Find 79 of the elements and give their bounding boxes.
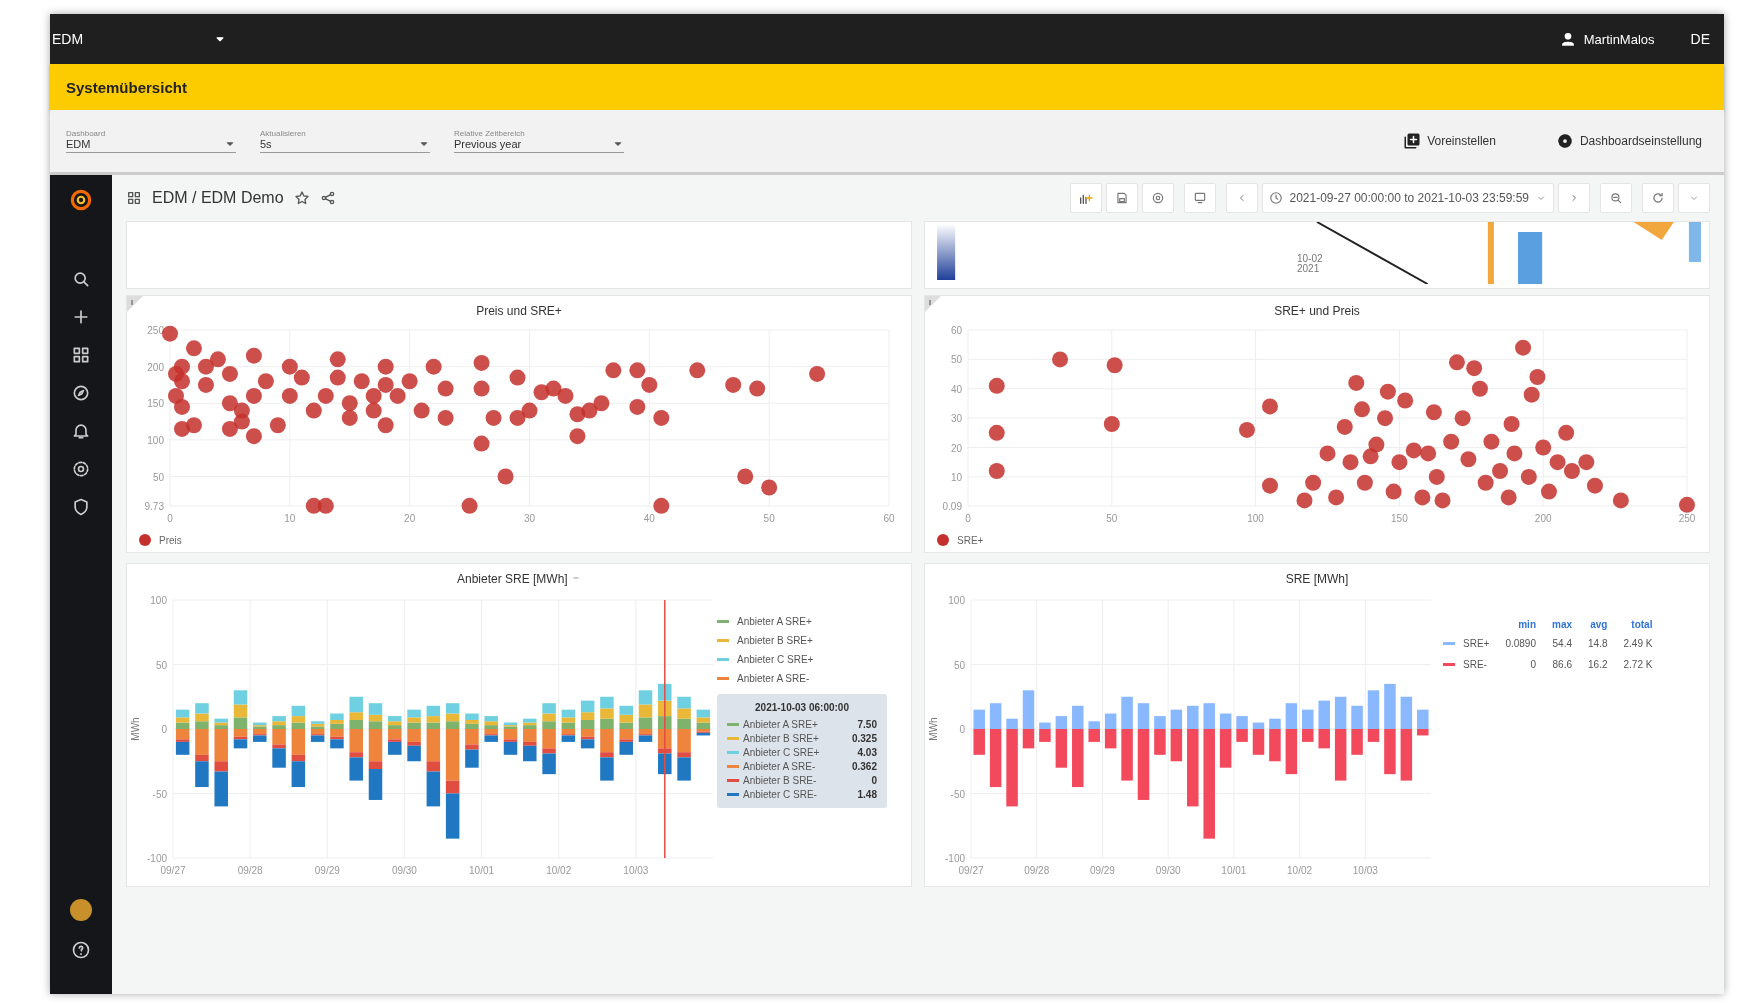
- axis-label: 2021: [1296, 263, 1320, 274]
- axis-label: 0.09: [942, 501, 962, 512]
- axis-label: 09/28: [1024, 865, 1050, 876]
- axis-label: 09/27: [958, 865, 984, 876]
- axis-label: 0: [161, 724, 167, 735]
- axis-label: 0: [167, 513, 173, 524]
- tooltip-value: 4.03: [857, 747, 877, 758]
- tooltip-value: 0: [871, 775, 877, 786]
- axis-label: 100: [1247, 513, 1264, 524]
- tooltip-value: 0.362: [851, 761, 877, 772]
- axis-label: 10/03: [623, 865, 649, 876]
- axis-label: 150: [147, 398, 164, 410]
- panel-title: SRE+ und Preis: [1274, 304, 1360, 318]
- table-cell-text: 0.0890: [1504, 637, 1537, 651]
- axis-label: 250: [147, 325, 164, 336]
- panel-title: Preis und SRE+: [476, 304, 562, 318]
- axis-label: 50: [152, 471, 164, 483]
- axis-label: -100: [147, 853, 167, 864]
- axis-label: 40: [643, 513, 655, 524]
- axis-label: 10: [284, 513, 296, 524]
- axis-label: 50: [1106, 513, 1118, 524]
- axis-label: 40: [950, 383, 962, 395]
- axis-label: 50: [763, 513, 775, 524]
- tooltip-label: Anbieter A SRE+: [743, 719, 818, 730]
- axis-label: 60: [950, 325, 962, 336]
- axis-label: 20: [404, 513, 416, 524]
- language-code: DE: [1690, 31, 1710, 47]
- axis-label: 10/02: [546, 865, 572, 876]
- axis-label: 100: [948, 595, 965, 606]
- axis-label: 100: [147, 434, 164, 446]
- table-cell-text: 2.49 K: [1622, 637, 1654, 651]
- tooltip-label: Anbieter B SRE-: [743, 775, 817, 786]
- axis-label: -50: [152, 788, 167, 800]
- tooltip-label: Anbieter C SRE-: [743, 789, 817, 800]
- axis-label: 09/27: [160, 865, 186, 876]
- axis-title: MWh: [130, 717, 141, 741]
- table-cell-text: 86.6: [1551, 658, 1573, 672]
- axis-label: 09/29: [314, 865, 340, 876]
- axis-label: 10/01: [1221, 865, 1247, 876]
- tooltip-value: 7.50: [857, 719, 877, 730]
- axis-label: 09/28: [237, 865, 263, 876]
- axis-label: 20: [950, 442, 962, 454]
- page-title: Systemübersicht: [66, 78, 187, 96]
- tooltip-value: 1.48: [857, 789, 877, 800]
- axis-label: 50: [155, 659, 167, 671]
- axis-label: 9.73: [144, 501, 164, 512]
- axis-label: -50: [950, 788, 965, 800]
- table-cell-text: 54.4: [1551, 637, 1573, 651]
- tooltip-title: 2021-10-03 06:00:00: [754, 702, 850, 713]
- table-cell-text: 0: [1529, 658, 1537, 672]
- axis-label: 30: [950, 413, 962, 425]
- axis-label: -100: [945, 853, 965, 864]
- axis-label: 09/30: [391, 865, 417, 876]
- axis-label: 50: [953, 659, 965, 671]
- axis-label: 60: [883, 513, 895, 524]
- axis-label: 10/02: [1287, 865, 1313, 876]
- table-cell-text: 2.72 K: [1622, 658, 1654, 672]
- axis-label: 09/29: [1089, 865, 1115, 876]
- axis-label: 10/03: [1352, 865, 1378, 876]
- table-cell-text: 16.2: [1587, 658, 1609, 672]
- axis-label: 100: [150, 595, 167, 606]
- axis-label: 200: [1534, 513, 1552, 524]
- tooltip-value: 0.325: [851, 733, 877, 744]
- axis-label: 10-02: [1296, 253, 1323, 264]
- axis-label: 09/30: [1155, 865, 1181, 876]
- axis-label: 30: [523, 513, 536, 524]
- axis-label: 10: [950, 471, 962, 483]
- axis-label: 0: [965, 513, 971, 524]
- table-cell-text: 14.8: [1587, 637, 1609, 651]
- axis-label: 10/01: [469, 865, 495, 876]
- tooltip-label: Anbieter C SRE+: [743, 747, 820, 758]
- axis-label: 200: [147, 361, 164, 373]
- axis-label: 150: [1391, 513, 1408, 524]
- tooltip-label: Anbieter A SRE-: [743, 761, 816, 772]
- axis-title: MWh: [928, 717, 939, 741]
- tooltip-label: Anbieter B SRE+: [743, 733, 819, 744]
- axis-label: 50: [950, 354, 962, 366]
- axis-label: 250: [1678, 513, 1696, 524]
- axis-label: 0: [959, 724, 965, 735]
